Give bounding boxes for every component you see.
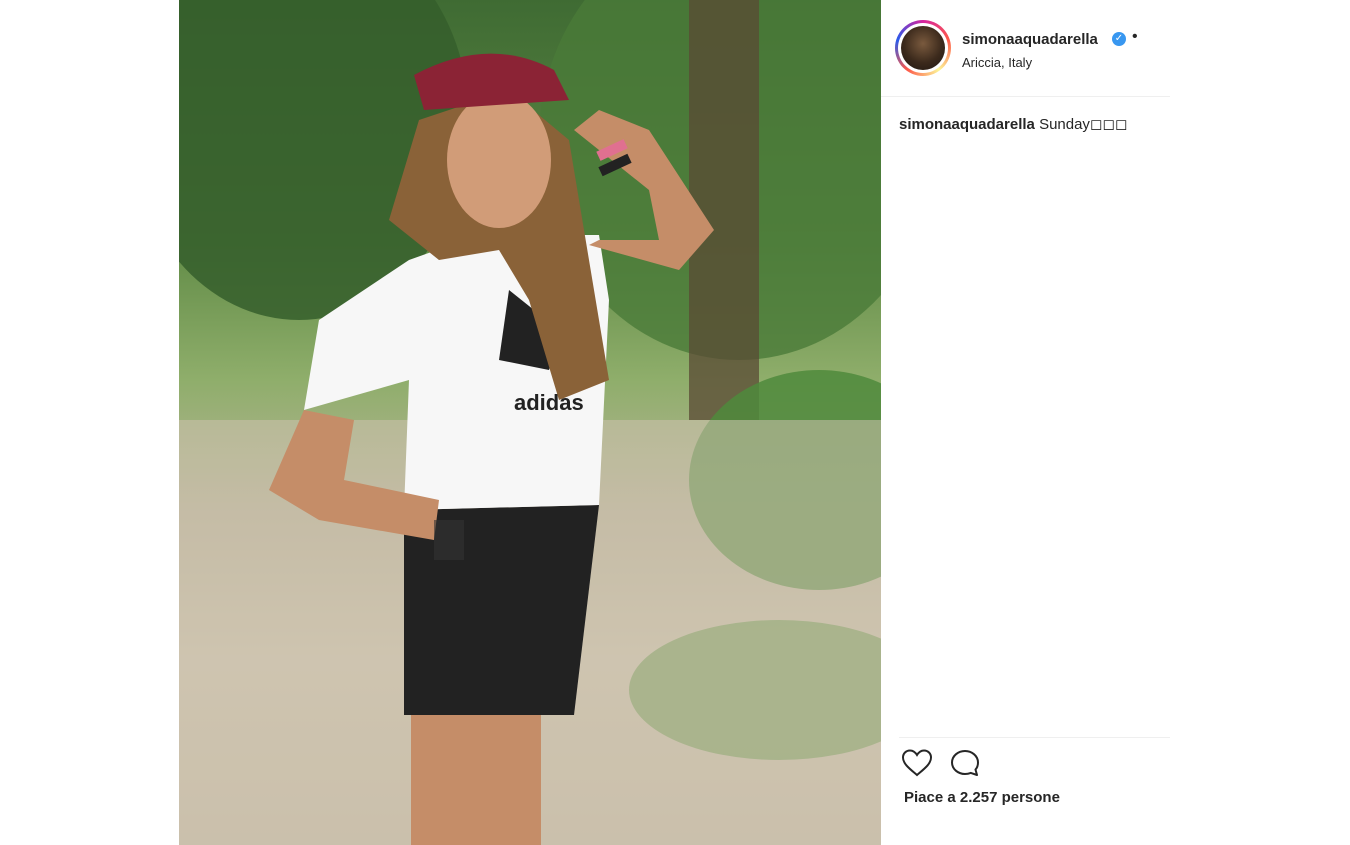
location-link[interactable]: Ariccia, Italy	[962, 55, 1032, 70]
actions-divider	[899, 737, 1170, 738]
post-header: simonaaquadarella ✓ • Ariccia, Italy	[881, 0, 1170, 97]
post-photo[interactable]: adidas	[179, 0, 881, 845]
heart-icon	[901, 749, 933, 777]
separator-dot: •	[1132, 28, 1138, 45]
username-link[interactable]: simonaaquadarella	[962, 31, 1098, 48]
avatar-story-ring[interactable]	[895, 20, 951, 76]
comment-button[interactable]	[949, 748, 981, 778]
likes-count[interactable]: Piace a 2.257 persone	[904, 789, 1060, 806]
avatar[interactable]	[898, 23, 948, 73]
like-button[interactable]	[901, 748, 933, 778]
verified-badge-icon: ✓	[1112, 32, 1126, 46]
avatar-image	[901, 26, 945, 70]
caption-text: Sunday◻◻◻	[1039, 116, 1128, 133]
comment-bubble-icon	[951, 750, 979, 776]
post-caption: simonaaquadarella Sunday◻◻◻	[899, 115, 1127, 133]
photo-scene: adidas	[179, 0, 881, 845]
caption-username-link[interactable]: simonaaquadarella	[899, 116, 1035, 133]
post-sidebar: simonaaquadarella ✓ • Ariccia, Italy sim…	[881, 0, 1350, 845]
